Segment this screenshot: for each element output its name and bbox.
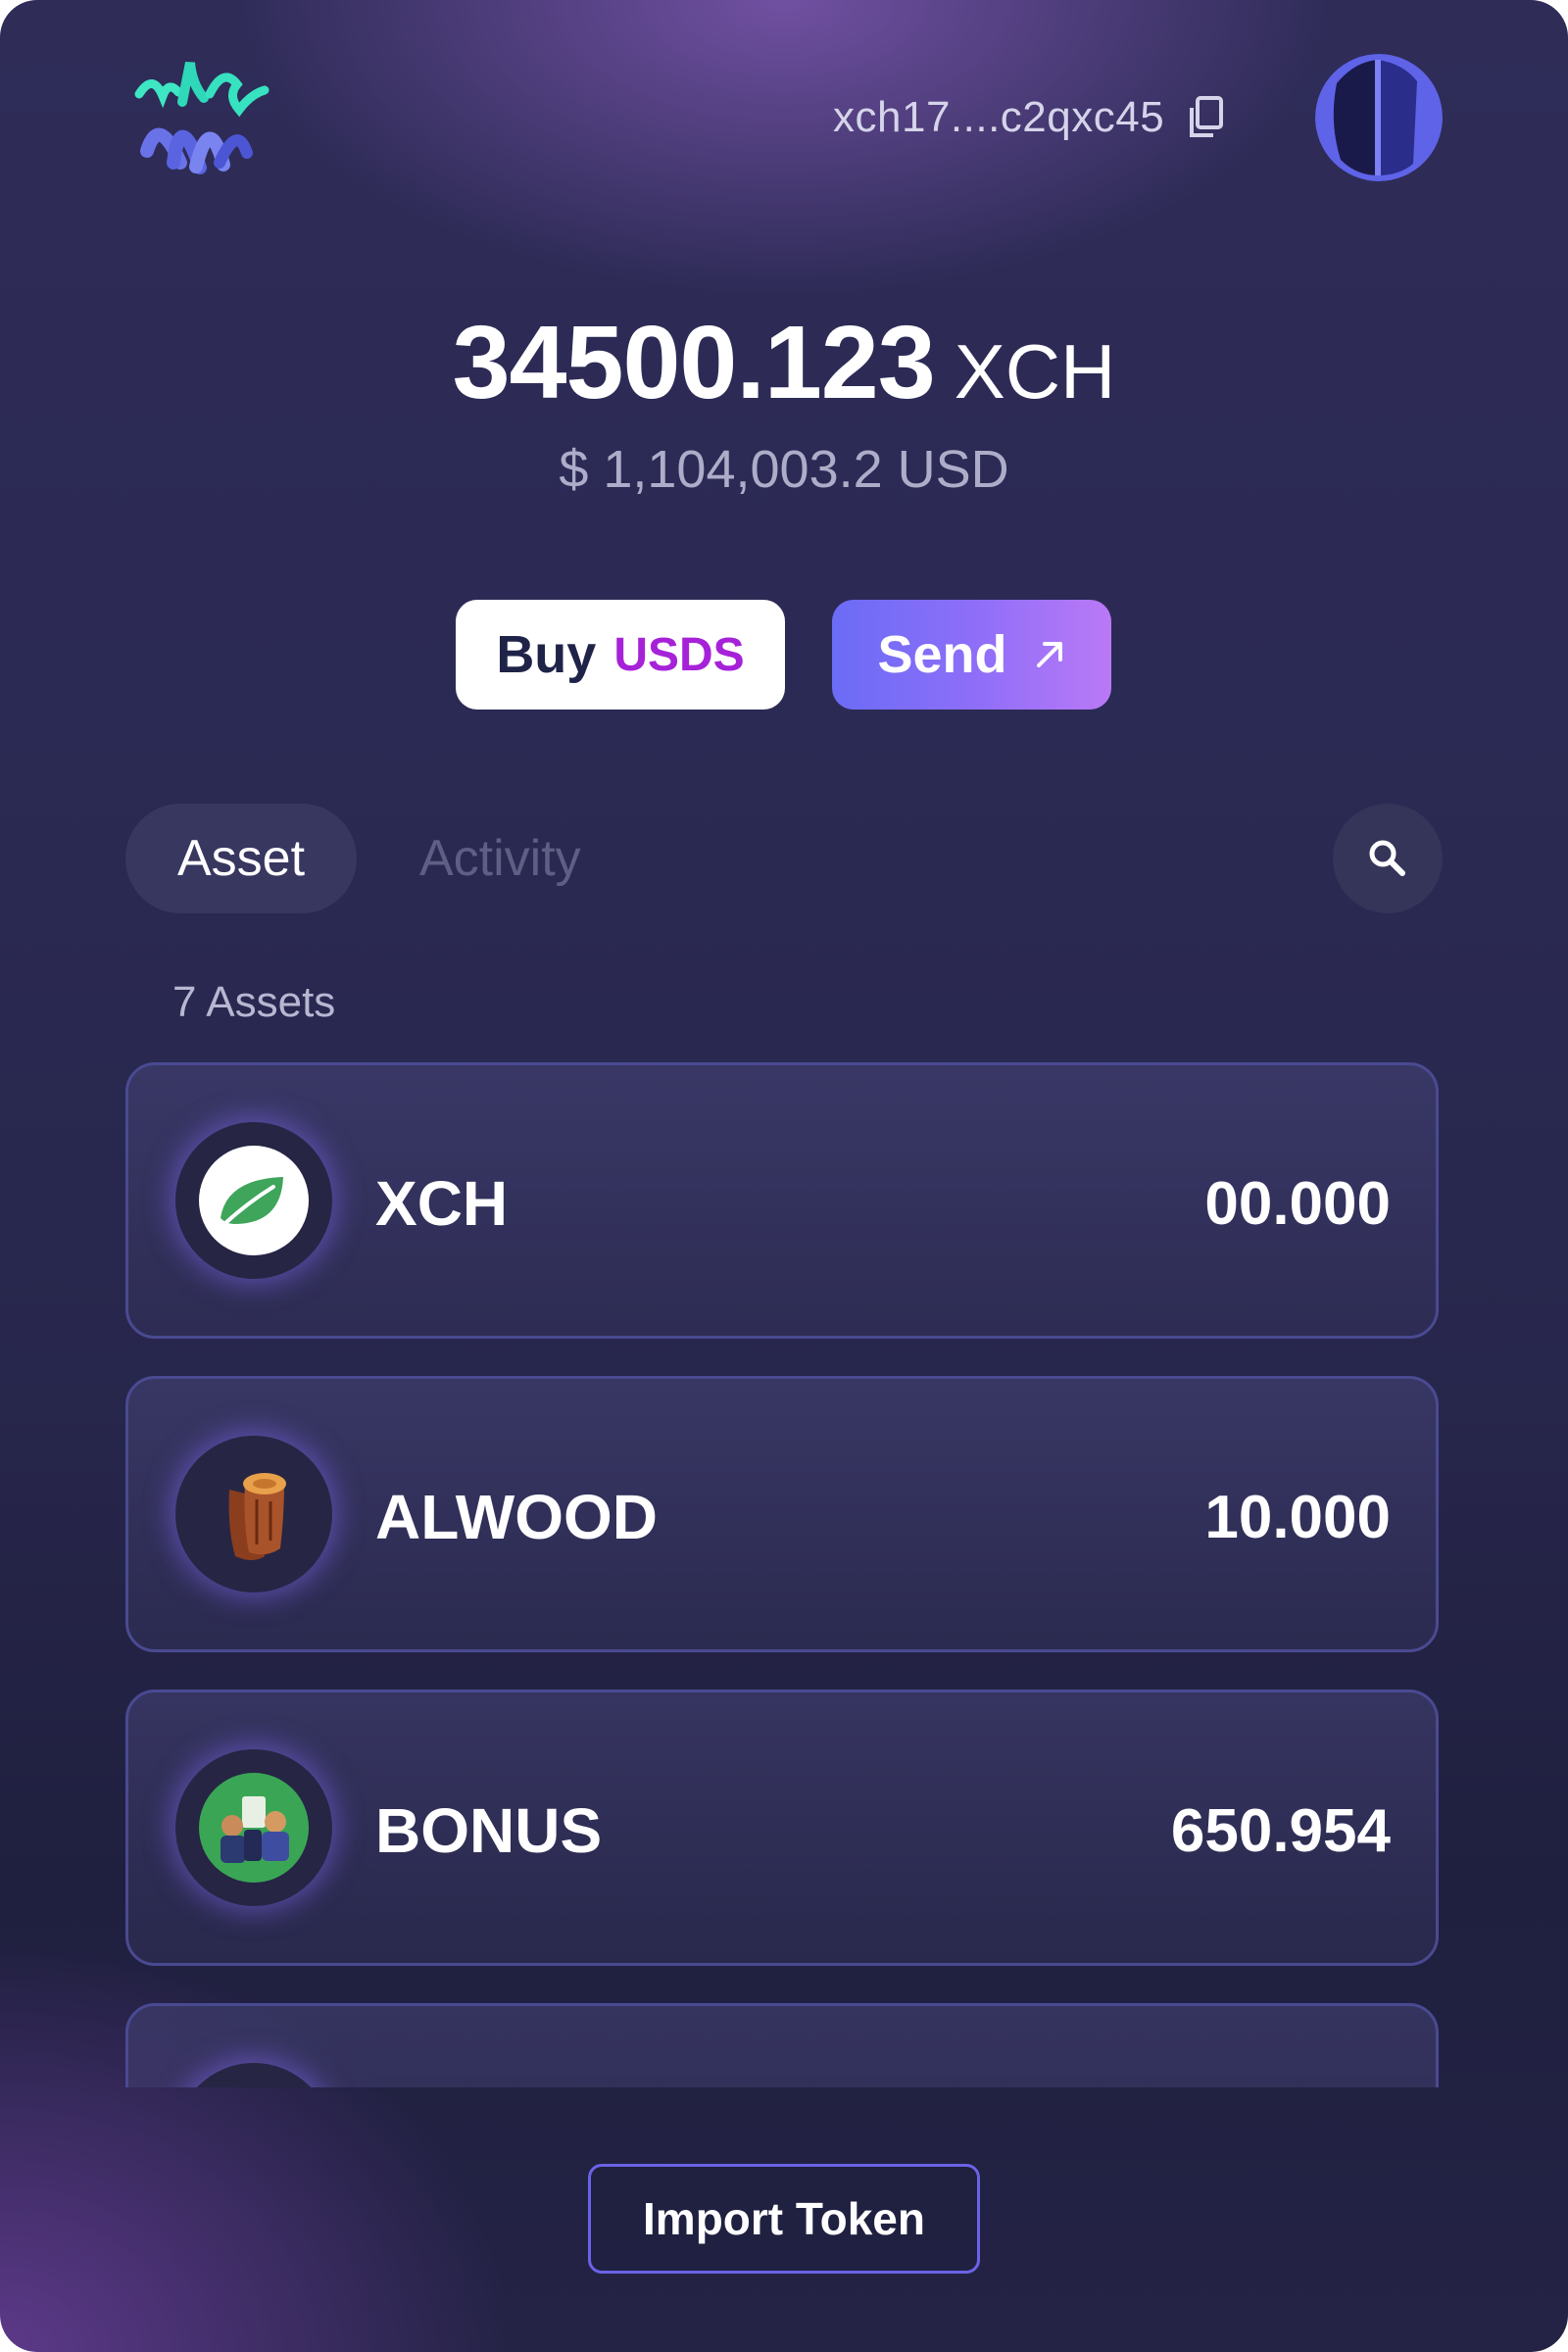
asset-list[interactable]: XCH 00.000 ALWOOD 10.000 BONUS 650.954: [125, 1062, 1443, 2087]
bonus-token-icon: [199, 1773, 309, 1883]
search-icon: [1369, 840, 1405, 876]
chia-leaf-icon: [199, 1146, 309, 1255]
asset-row-bonus[interactable]: BONUS 650.954: [125, 1690, 1439, 1966]
balance-unit: XCH: [954, 328, 1116, 415]
send-button-label: Send: [877, 625, 1007, 684]
balance-usd: $ 1,104,003.2 USD: [559, 440, 1009, 499]
asset-count: 7 Assets: [172, 978, 336, 1026]
asset-icon-frame: [175, 1122, 332, 1279]
asset-name: BONUS: [375, 1795, 603, 1866]
asset-row-xch[interactable]: XCH 00.000: [125, 1062, 1439, 1339]
brand-logo-icon: [134, 62, 270, 174]
tab-activity[interactable]: Activity: [419, 804, 581, 913]
asset-amount: 00.000: [1204, 1169, 1391, 1238]
balance-amount: 34500.123: [452, 305, 936, 420]
asset-amount: 650.954: [1170, 1796, 1391, 1865]
buy-button[interactable]: Buy USDS: [456, 600, 785, 710]
asset-icon-frame: [175, 1749, 332, 1906]
send-button[interactable]: Send: [832, 600, 1111, 710]
wood-log-icon: [228, 1473, 286, 1560]
asset-amount: 10.000: [1204, 1483, 1391, 1551]
tab-asset[interactable]: Asset: [125, 804, 357, 913]
import-token-button[interactable]: Import Token: [588, 2164, 980, 2274]
wallet-app: xch17....c2qxc45 34500.123 XCH $ 1,104,00…: [0, 0, 1568, 2352]
wallet-address-text: xch17....c2qxc45: [833, 93, 1165, 141]
search-button[interactable]: [1333, 804, 1443, 913]
copy-icon[interactable]: [1186, 96, 1225, 139]
buy-token-label: USDS: [613, 628, 745, 681]
asset-icon-frame: [175, 2063, 332, 2087]
account-avatar[interactable]: [1315, 54, 1443, 181]
balance-display: 34500.123 XCH: [0, 304, 1568, 422]
asset-icon-frame: [175, 1436, 332, 1592]
wallet-address[interactable]: xch17....c2qxc45: [833, 88, 1225, 147]
buy-button-label: Buy: [496, 625, 597, 684]
arrow-up-right-icon: [1036, 642, 1062, 667]
asset-name: XCH: [375, 1168, 509, 1239]
asset-row-alwood[interactable]: ALWOOD 10.000: [125, 1376, 1439, 1652]
asset-name: ALWOOD: [375, 1482, 658, 1552]
asset-row-partial[interactable]: [125, 2003, 1439, 2087]
